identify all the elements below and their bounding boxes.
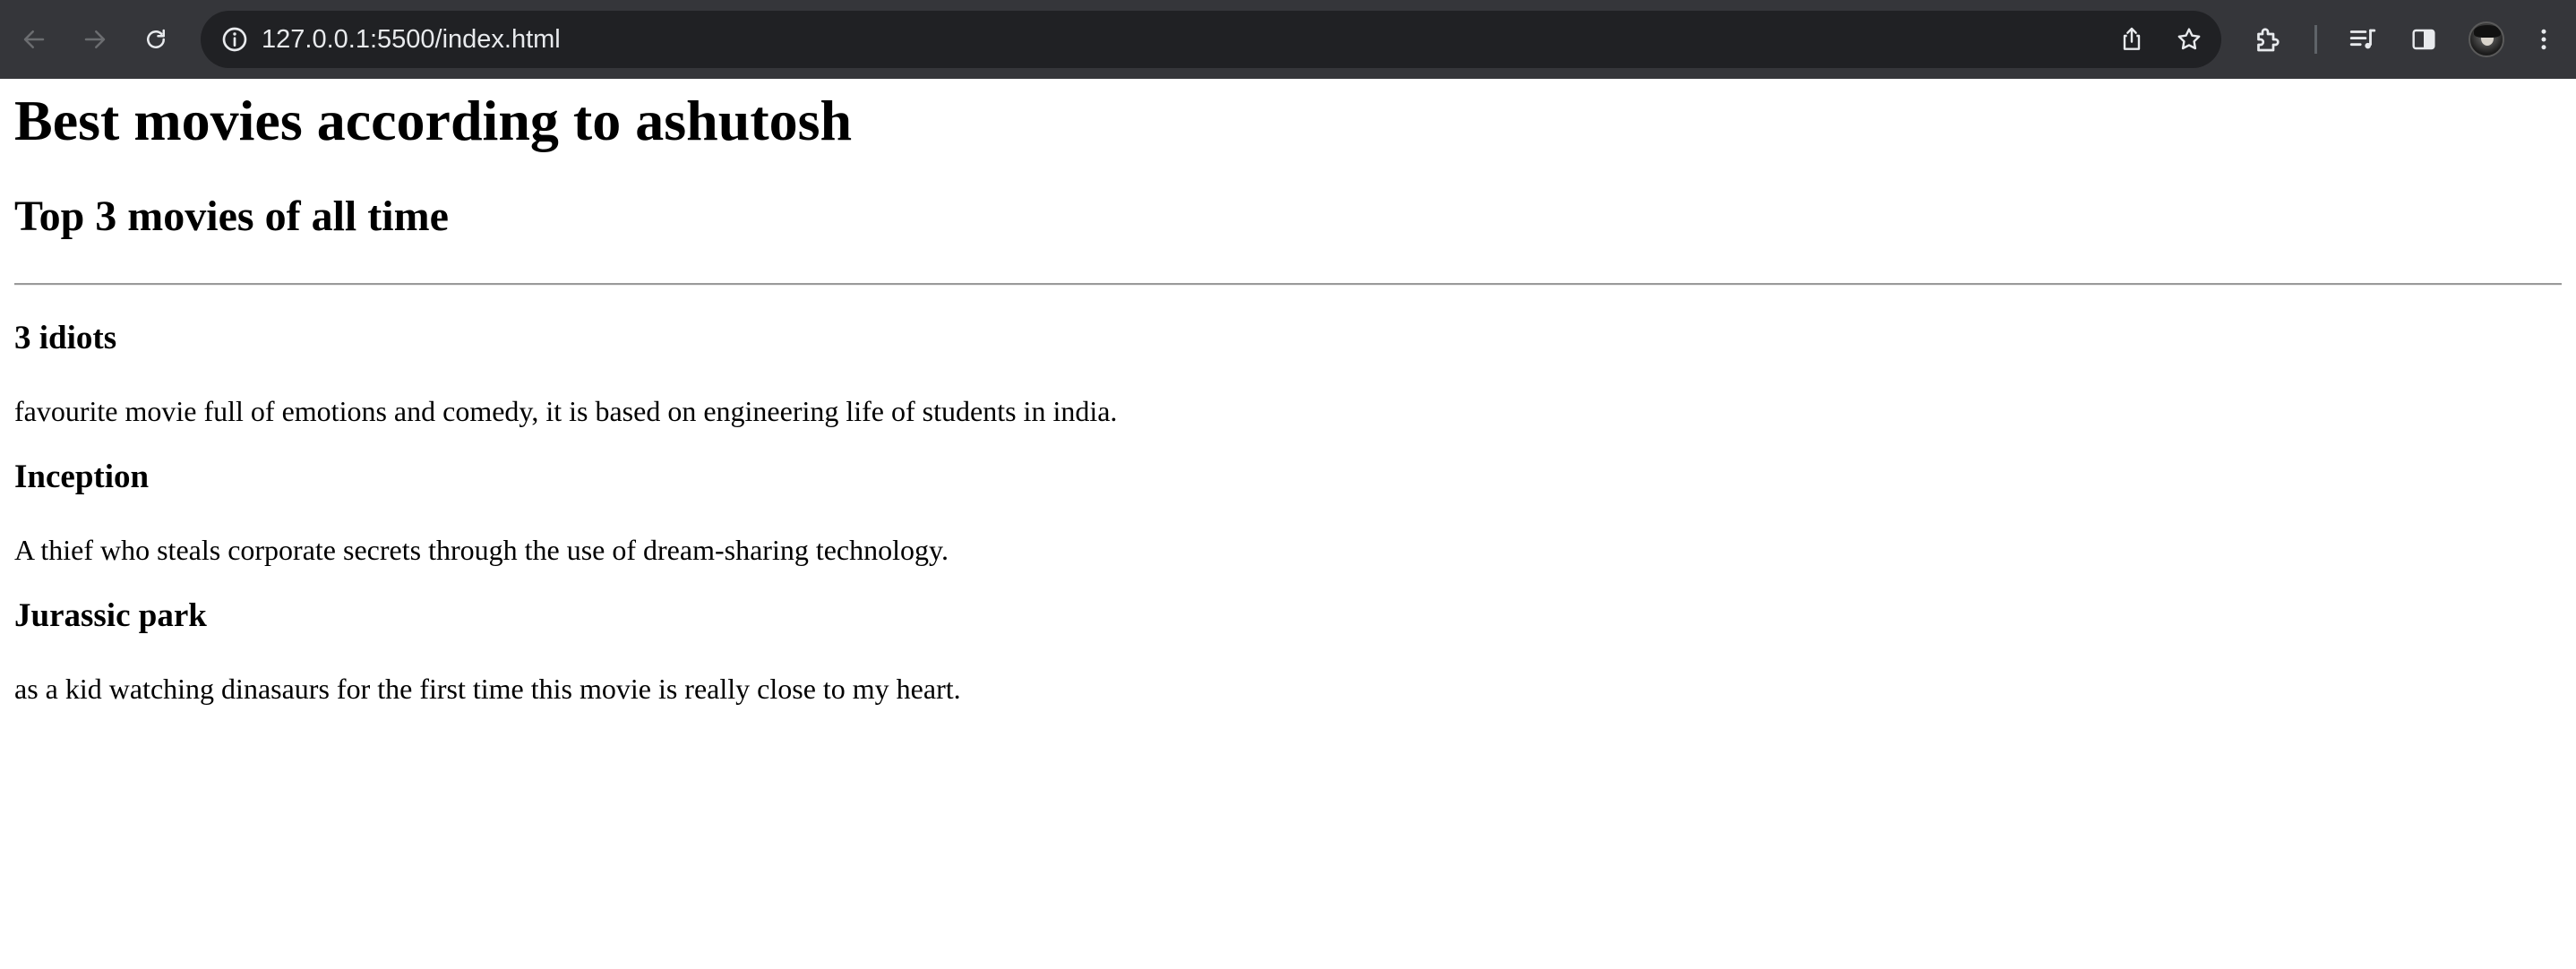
puzzle-icon: [2257, 28, 2280, 52]
page-subtitle: Top 3 movies of all time: [14, 193, 449, 240]
bookmark-button[interactable]: [2173, 23, 2205, 56]
side-panel-button[interactable]: [2404, 20, 2443, 59]
movie-description: A thief who steals corporate secrets thr…: [14, 534, 949, 566]
vertical-dots-icon: [2541, 29, 2546, 50]
horizontal-rule: [14, 283, 2562, 286]
movie-title: Jurassic park: [14, 597, 207, 634]
movie-description: favourite movie full of emotions and com…: [14, 395, 1118, 427]
avatar-hair: [2474, 25, 2501, 38]
back-button[interactable]: [14, 20, 54, 59]
menu-button[interactable]: [2524, 20, 2563, 59]
info-circle-icon[interactable]: [220, 25, 249, 54]
media-queue-icon: [2349, 29, 2376, 49]
side-panel-icon: [2412, 29, 2435, 50]
movie-title: Inception: [14, 459, 150, 495]
url-text[interactable]: 127.0.0.1:5500/index.html: [262, 11, 561, 68]
page-title: Best movies according to ashutosh: [14, 89, 853, 152]
arrow-left-icon: [23, 30, 45, 48]
movie-title: 3 idiots: [14, 320, 117, 356]
share-icon: [2123, 27, 2141, 50]
toolbar-divider: [2314, 25, 2317, 54]
browser-toolbar: 127.0.0.1:5500/index.html: [0, 0, 2576, 79]
address-bar[interactable]: 127.0.0.1:5500/index.html: [201, 11, 2221, 68]
page-content: Best movies according to ashutosh Top 3 …: [0, 79, 2576, 969]
reload-icon: [147, 29, 165, 48]
extensions-button[interactable]: [2248, 20, 2288, 59]
avatar[interactable]: [2469, 21, 2504, 57]
movie-description: as a kid watching dinasaurs for the firs…: [14, 673, 961, 705]
media-button[interactable]: [2343, 20, 2383, 59]
arrow-right-icon: [84, 30, 106, 48]
star-icon: [2177, 28, 2201, 50]
share-button[interactable]: [2116, 23, 2148, 56]
forward-button[interactable]: [75, 20, 115, 59]
reload-button[interactable]: [136, 20, 176, 59]
